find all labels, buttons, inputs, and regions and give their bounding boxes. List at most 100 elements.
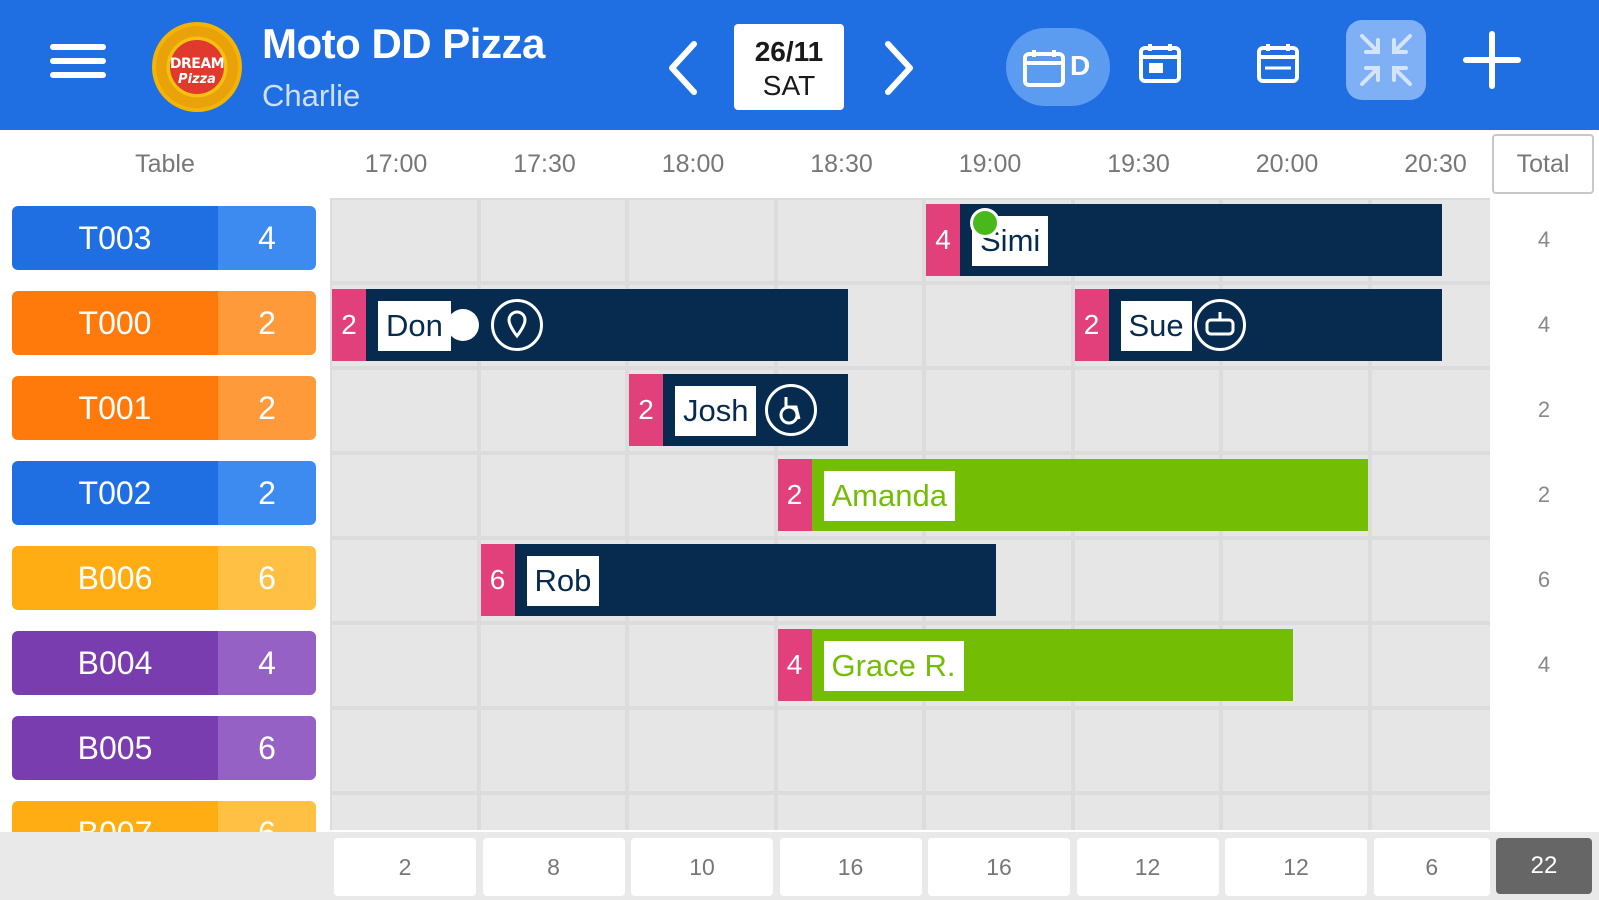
- grid-cell[interactable]: [1074, 710, 1219, 791]
- grid-cell[interactable]: [629, 200, 774, 281]
- grid-cell[interactable]: [926, 370, 1071, 451]
- grid-cell[interactable]: [629, 455, 774, 536]
- booking-grace-r[interactable]: 4 Grace R.: [777, 629, 1294, 701]
- guest-name: Don: [378, 301, 451, 351]
- calendar-week-icon[interactable]: [1138, 42, 1182, 89]
- grid-cell[interactable]: [926, 795, 1071, 830]
- cake-icon: [1193, 299, 1246, 351]
- grid-cell[interactable]: [332, 455, 477, 536]
- grid-cell[interactable]: [1371, 710, 1490, 791]
- grid-cell[interactable]: [1223, 710, 1368, 791]
- table-id: T000: [12, 291, 218, 355]
- row-total: 2: [1496, 372, 1592, 448]
- grid-cell[interactable]: [777, 710, 922, 791]
- time-slot-totals: 2 8 10 16 16 12 12 6: [0, 832, 1599, 900]
- booking-simi[interactable]: 4 Simi: [926, 204, 1442, 276]
- grid-cell[interactable]: [332, 540, 477, 621]
- row-total: 2: [1496, 457, 1592, 533]
- venue-name: Moto DD Pizza: [262, 20, 545, 67]
- location-pin-icon: [491, 299, 543, 351]
- grid-cell[interactable]: [629, 710, 774, 791]
- booking-amanda[interactable]: 2 Amanda: [777, 459, 1368, 531]
- row-total: 4: [1496, 202, 1592, 278]
- date-picker[interactable]: 26/11 SAT: [734, 24, 844, 110]
- grid-cell[interactable]: [629, 795, 774, 830]
- grid-cell[interactable]: [1223, 370, 1368, 451]
- grid-cell[interactable]: [332, 625, 477, 706]
- slot-total: 10: [631, 838, 773, 896]
- table-id: T002: [12, 461, 218, 525]
- table-label-b004[interactable]: B004 4: [12, 631, 316, 695]
- table-id: B006: [12, 546, 218, 610]
- grid-cell[interactable]: [332, 795, 477, 830]
- grid-cell[interactable]: [480, 710, 625, 791]
- grid-cell[interactable]: [1371, 540, 1490, 621]
- grid-cell[interactable]: [1371, 370, 1490, 451]
- grid-cell[interactable]: [332, 370, 477, 451]
- logo-text-1: DREAM: [169, 56, 225, 72]
- table-label-t001[interactable]: T001 2: [12, 376, 316, 440]
- grid-cell[interactable]: [1074, 540, 1219, 621]
- grid-cell[interactable]: [1223, 540, 1368, 621]
- venue-logo: DREAM Pizza: [152, 22, 242, 112]
- calendar-month-icon[interactable]: [1256, 42, 1300, 89]
- guest-name: Grace R.: [823, 641, 964, 691]
- user-name: Charlie: [262, 78, 361, 113]
- table-capacity: 4: [218, 631, 316, 695]
- time-label: 20:00: [1255, 150, 1319, 178]
- table-label-t003[interactable]: T003 4: [12, 206, 316, 270]
- logo-text-2: Pizza: [178, 72, 216, 87]
- grid-cell[interactable]: [1371, 795, 1490, 830]
- grid-cell[interactable]: [1074, 795, 1219, 830]
- day-view-button[interactable]: D: [1006, 28, 1110, 106]
- grid-cell[interactable]: [777, 795, 922, 830]
- grid-cell[interactable]: [926, 710, 1071, 791]
- table-id: B004: [12, 631, 218, 695]
- booking-sue[interactable]: 2 Sue: [1074, 289, 1442, 361]
- grid-cell[interactable]: [1074, 370, 1219, 451]
- table-label-t000[interactable]: T000 2: [12, 291, 316, 355]
- grid-cell[interactable]: [480, 370, 625, 451]
- chevron-left-icon[interactable]: [664, 40, 704, 96]
- table-label-b006[interactable]: B006 6: [12, 546, 316, 610]
- grid-cell[interactable]: [480, 795, 625, 830]
- slot-total: 8: [482, 838, 625, 896]
- slot-total: 16: [779, 838, 922, 896]
- column-headers: Table 17:00 17:30 18:00 18:30 19:00 19:30 20:0…: [0, 130, 1599, 198]
- row-total: [1496, 712, 1592, 788]
- guest-name: Rob: [526, 556, 600, 606]
- booking-rob[interactable]: 6 Rob: [480, 544, 997, 616]
- grid-cell[interactable]: [1371, 625, 1490, 706]
- party-size-badge: 2: [777, 459, 812, 531]
- grid-cell[interactable]: [332, 200, 477, 281]
- guest-name: Sue: [1120, 301, 1192, 351]
- guest-name: Josh: [675, 386, 757, 436]
- time-label: 20:30: [1404, 150, 1467, 178]
- guest-name: Amanda: [823, 471, 955, 521]
- grid-cell[interactable]: [480, 200, 625, 281]
- grid-cell[interactable]: [1371, 455, 1490, 536]
- table-label-t002[interactable]: T002 2: [12, 461, 316, 525]
- date-day: 26/11: [754, 36, 824, 67]
- timeline-grid[interactable]: 4 Simi 2 Don 2 Sue 2 Josh 2 Amanda 6 Rob 4 Grace R.: [330, 198, 1490, 830]
- chevron-right-icon[interactable]: [878, 40, 918, 96]
- booking-don[interactable]: 2 Don: [332, 289, 848, 361]
- time-label: 17:00: [364, 150, 428, 178]
- note-dot-icon: [447, 309, 479, 341]
- slot-total: 12: [1225, 838, 1367, 896]
- grid-cell[interactable]: [926, 285, 1071, 366]
- grid-cell[interactable]: [777, 200, 922, 281]
- grid-cell[interactable]: [629, 625, 774, 706]
- grand-total: 22: [1496, 838, 1592, 894]
- grid-cell[interactable]: [480, 455, 625, 536]
- table-label-b005[interactable]: B005 6: [12, 716, 316, 780]
- grid-cell[interactable]: [1223, 795, 1368, 830]
- slot-total: 16: [928, 838, 1070, 896]
- plus-icon[interactable]: [1462, 30, 1522, 90]
- menu-icon[interactable]: [50, 44, 106, 88]
- collapse-button[interactable]: [1346, 20, 1426, 100]
- booking-josh[interactable]: 2 Josh: [629, 374, 848, 446]
- grid-cell[interactable]: [480, 625, 625, 706]
- status-dot-icon: [970, 208, 1000, 238]
- grid-cell[interactable]: [332, 710, 477, 791]
